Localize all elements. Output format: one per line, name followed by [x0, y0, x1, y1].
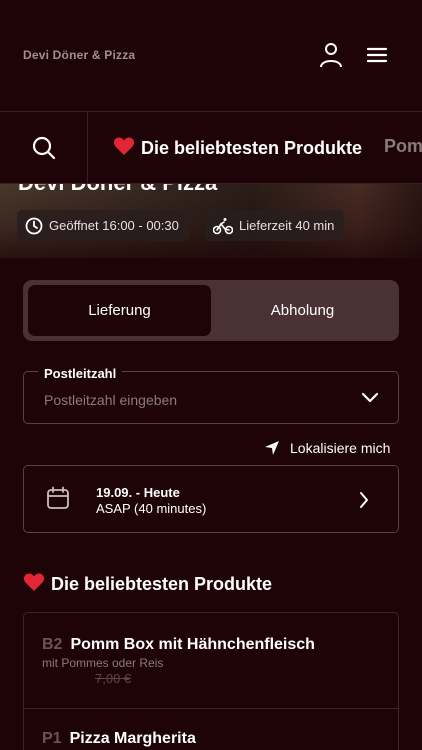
- chevron-right-icon: [360, 492, 368, 508]
- postcode-input[interactable]: [44, 392, 344, 408]
- category-tab-next[interactable]: Pom: [384, 136, 422, 157]
- heart-icon: [23, 573, 45, 591]
- heart-icon: [113, 137, 135, 155]
- schedule-selector[interactable]: 19.09. - Heute ASAP (40 minutes): [23, 465, 399, 533]
- brand-name[interactable]: Devi Döner & Pizza: [23, 48, 135, 62]
- pickup-option-button[interactable]: Abholung: [211, 285, 394, 336]
- delivery-time-text: Lieferzeit 40 min: [239, 218, 335, 233]
- delivery-option-button[interactable]: Lieferung: [28, 285, 211, 336]
- delivery-time-badge: Lieferzeit 40 min: [205, 210, 345, 241]
- search-button[interactable]: [0, 112, 88, 183]
- user-icon[interactable]: [316, 40, 346, 70]
- product-name: Pizza Margherita: [69, 730, 196, 747]
- product-item[interactable]: B2 Pomm Box mit Hähnchenfleisch mit Pomme…: [24, 613, 398, 709]
- product-title: P1 Pizza Margherita: [42, 730, 196, 748]
- product-price: 7,00 €: [95, 671, 132, 686]
- opening-hours-badge: Geöffnet 16:00 - 00:30: [17, 210, 189, 241]
- restaurant-title: Devi Döner & Pizza: [18, 184, 217, 196]
- product-description: mit Pommes oder Reis: [42, 656, 164, 670]
- schedule-time: ASAP (40 minutes): [96, 501, 207, 516]
- chevron-down-icon[interactable]: [360, 390, 380, 404]
- popular-section-label: Die beliebtesten Produkte: [51, 574, 273, 594]
- category-tab-popular[interactable]: Die beliebtesten Produkte: [113, 136, 362, 159]
- product-code: P1: [42, 730, 62, 747]
- category-bar: Die beliebtesten Produkte Pom: [0, 112, 422, 184]
- locate-me-label: Lokalisiere mich: [290, 440, 391, 456]
- postcode-field[interactable]: Postleitzahl: [23, 366, 399, 424]
- category-tab-label: Die beliebtesten Produkte: [141, 138, 363, 158]
- restaurant-hero: Devi Döner & Pizza Geöffnet 16:00 - 00:3…: [0, 184, 422, 258]
- postcode-label: Postleitzahl: [38, 366, 123, 381]
- hamburger-menu-icon[interactable]: [362, 40, 392, 70]
- locate-me-button[interactable]: Lokalisiere mich: [264, 440, 390, 456]
- product-list: B2 Pomm Box mit Hähnchenfleisch mit Pomme…: [23, 612, 399, 750]
- product-title: B2 Pomm Box mit Hähnchenfleisch: [42, 636, 315, 654]
- search-icon: [32, 136, 55, 159]
- location-arrow-icon: [265, 441, 279, 455]
- app-header: Devi Döner & Pizza: [0, 0, 422, 112]
- product-code: B2: [42, 636, 63, 653]
- product-name: Pomm Box mit Hähnchenfleisch: [70, 636, 315, 653]
- order-mode-toggle: Lieferung Abholung: [23, 280, 399, 341]
- bicycle-courier-icon: [213, 217, 233, 234]
- calendar-icon: [47, 486, 69, 509]
- clock-icon: [25, 217, 43, 234]
- popular-section-title: Die beliebtesten Produkte: [23, 572, 272, 595]
- schedule-date: 19.09. - Heute: [96, 485, 180, 500]
- opening-hours-text: Geöffnet 16:00 - 00:30: [49, 218, 179, 233]
- product-item[interactable]: P1 Pizza Margherita: [24, 709, 398, 750]
